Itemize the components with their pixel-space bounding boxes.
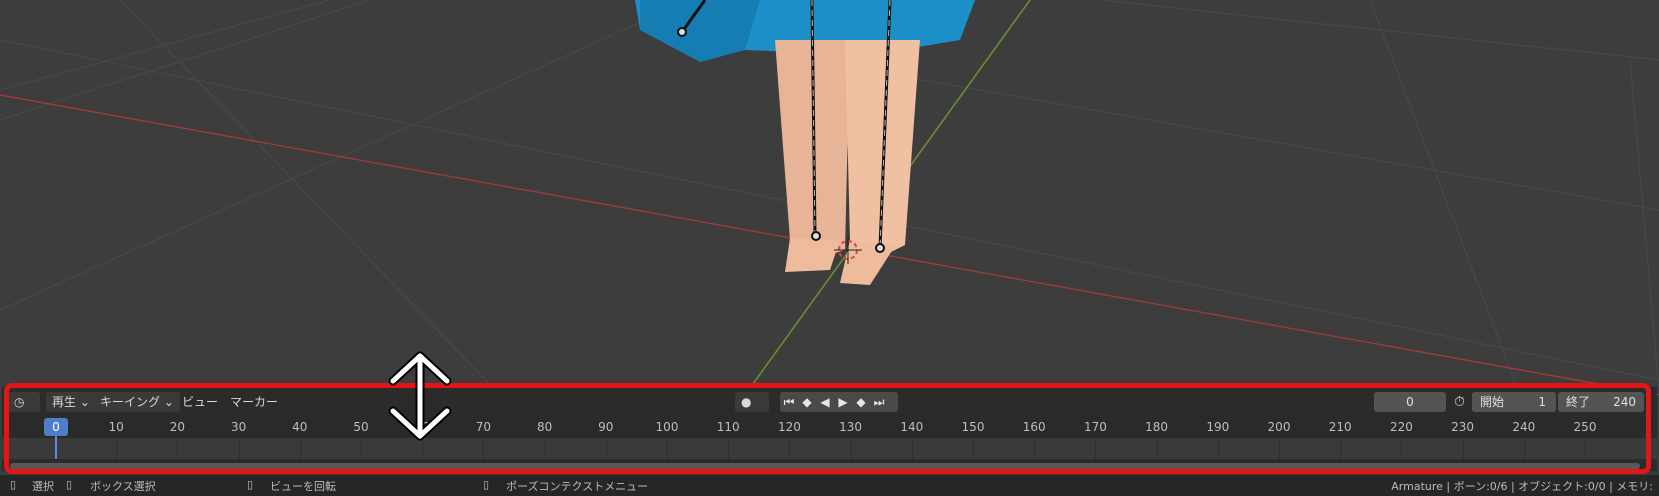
- ruler-tick-label: 120: [777, 420, 801, 434]
- ruler-tick-label: 200: [1267, 420, 1291, 434]
- menu-keying[interactable]: キーイング ⌄: [94, 392, 180, 412]
- ruler-tick-label: 10: [108, 420, 124, 434]
- ruler-tick-label: 50: [353, 420, 369, 434]
- ruler-tick-label: 180: [1145, 420, 1169, 434]
- frame-grid-line: [605, 438, 607, 459]
- frame-grid-line: [1034, 438, 1036, 459]
- mouse-drag-icon: ▯: [247, 478, 254, 491]
- prev-keyframe-icon[interactable]: ◆: [798, 392, 816, 412]
- record-dot-icon: ●: [741, 395, 752, 409]
- frame-grid-line: [1401, 438, 1403, 459]
- frame-grid-line: [1340, 438, 1342, 459]
- next-keyframe-icon[interactable]: ◆: [852, 392, 870, 412]
- timeline-header: ◷ ⌄ 再生 ⌄ キーイング ⌄ ビュー マーカー ● ⌄ ⏮ ◆ ◀ ▶ ◆ …: [2, 387, 1657, 429]
- editor-type-selector[interactable]: ◷ ⌄: [8, 392, 40, 429]
- ruler-tick-label: 40: [292, 420, 308, 434]
- frame-grid-line: [850, 438, 852, 459]
- frame-grid-line: [911, 438, 913, 459]
- ruler-tick-label: 140: [900, 420, 924, 434]
- ruler-tick-label: 20: [169, 420, 186, 434]
- frame-grid-line: [973, 438, 974, 459]
- timeline-editor[interactable]: ◷ ⌄ 再生 ⌄ キーイング ⌄ ビュー マーカー ● ⌄ ⏮ ◆ ◀ ▶ ◆ …: [2, 387, 1657, 471]
- frame-grid-line: [299, 438, 301, 459]
- play-reverse-icon[interactable]: ◀: [816, 392, 834, 412]
- ruler-tick-label: 80: [536, 420, 553, 434]
- status-box-select: ボックス選択: [90, 480, 156, 493]
- frame-grid-line: [177, 438, 179, 459]
- frame-ruler[interactable]: 10 20 30 40 50 60 70 80 90 100 110 120 130 140 150 160 1…: [2, 417, 1657, 438]
- ruler-tick-label: 100: [655, 420, 679, 434]
- status-pose-menu: ポーズコンテクストメニュー: [506, 480, 649, 493]
- frame-grid-line: [116, 438, 118, 459]
- frame-grid-line: [238, 438, 240, 459]
- frame-grid-line: [667, 438, 668, 459]
- ruler-tick-label: 150: [961, 420, 985, 434]
- frame-grid-line: [1095, 438, 1097, 459]
- frame-grid-line: [1279, 438, 1280, 459]
- frame-grid-line: [544, 438, 546, 459]
- current-frame-field[interactable]: 0: [1374, 392, 1446, 412]
- mouse-middle-icon: ▯: [66, 478, 73, 491]
- frame-grid-line: [1217, 438, 1219, 459]
- frame-grid-line: [1156, 438, 1158, 459]
- status-bar: ▯ 選択 ▯ ボックス選択 ▯ ビューを回転 ▯ ポーズコンテクストメニュー A…: [0, 475, 1659, 496]
- start-frame-field[interactable]: 開始 1: [1472, 392, 1556, 412]
- frame-grid-line: [361, 438, 362, 459]
- keyframe-strip[interactable]: [2, 438, 1657, 459]
- end-frame-field[interactable]: 終了 240: [1558, 392, 1644, 412]
- jump-start-icon[interactable]: ⏮: [780, 392, 798, 412]
- mouse-right-icon: ▯: [483, 478, 490, 491]
- status-stats: Armature | ボーン:0/6 | オブジェクト:0/0 | メモリ:: [1391, 480, 1653, 493]
- start-frame-value: 1: [1538, 395, 1546, 409]
- jump-end-icon[interactable]: ⏭: [870, 392, 888, 412]
- ruler-tick-label: 30: [230, 420, 247, 434]
- ruler-tick-label: 110: [716, 420, 740, 434]
- frame-grid-line: [1462, 438, 1464, 459]
- stopwatch-icon[interactable]: ⏱: [1454, 392, 1465, 412]
- ruler-tick-label: 250: [1573, 420, 1597, 434]
- frame-grid-line: [483, 438, 485, 459]
- ruler-tick-label: 160: [1022, 420, 1046, 434]
- ruler-tick-label: 90: [598, 420, 614, 434]
- ruler-tick-label: 220: [1389, 420, 1413, 434]
- end-frame-label: 終了: [1566, 395, 1591, 409]
- clock-icon: ◷: [14, 395, 25, 409]
- current-frame-marker[interactable]: 0: [44, 418, 68, 436]
- frame-grid-line: [1523, 438, 1525, 459]
- menu-playback[interactable]: 再生 ⌄: [46, 392, 96, 412]
- ruler-tick-label: 240: [1512, 420, 1536, 434]
- end-frame-value: 240: [1613, 395, 1636, 409]
- ruler-tick-label: 60: [414, 420, 430, 434]
- auto-keying-toggle[interactable]: ● ⌄: [735, 392, 769, 429]
- playhead-line: [55, 436, 57, 459]
- menu-marker[interactable]: マーカー: [230, 392, 278, 412]
- menu-playback-label: 再生: [52, 395, 77, 409]
- frame-grid-line: [1585, 438, 1586, 459]
- viewport-scene: [0, 0, 1659, 395]
- status-rotate-view: ビューを回転: [270, 480, 336, 493]
- status-select: 選択: [32, 480, 54, 493]
- ruler-tick-label: 70: [475, 420, 492, 434]
- mouse-left-icon: ▯: [10, 478, 17, 491]
- playback-controls: ⏮ ◆ ◀ ▶ ◆ ⏭: [780, 392, 898, 412]
- ruler-tick-label: 190: [1206, 420, 1230, 434]
- frame-grid-line: [422, 438, 424, 459]
- 3d-viewport[interactable]: [0, 0, 1659, 395]
- ruler-tick-label: 130: [839, 420, 863, 434]
- start-frame-label: 開始: [1480, 395, 1505, 409]
- frame-grid-line: [789, 438, 791, 459]
- frame-grid-line: [1646, 438, 1648, 459]
- play-icon[interactable]: ▶: [834, 392, 852, 412]
- frame-grid-line: [728, 438, 730, 459]
- menu-keying-label: キーイング: [100, 395, 161, 409]
- ruler-tick-label: 230: [1451, 420, 1475, 434]
- ruler-tick-label: 210: [1328, 420, 1352, 434]
- menu-view[interactable]: ビュー: [182, 392, 218, 412]
- ruler-tick-label: 170: [1083, 420, 1107, 434]
- horizontal-scrollbar[interactable]: [10, 463, 1640, 469]
